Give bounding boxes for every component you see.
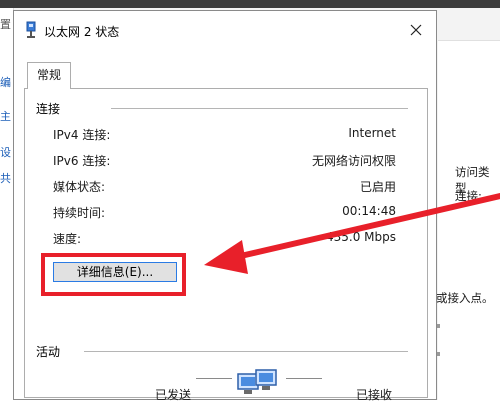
annotation-highlight-box <box>41 253 186 296</box>
received-label: 已接收 <box>356 388 393 402</box>
background-left-char[interactable]: 设 <box>0 144 11 160</box>
ipv6-label: IPv6 连接: <box>53 154 111 168</box>
screen-top-bar <box>0 0 500 8</box>
background-left-char: 置 <box>0 18 11 31</box>
ipv6-value: 无网络访问权限 <box>311 154 396 168</box>
duration-label: 持续时间: <box>53 206 106 220</box>
background-hint-text: 或接入点。 <box>436 291 494 305</box>
background-right-toolbar <box>438 8 500 41</box>
section-activity-divider <box>84 351 408 352</box>
media-state-value: 已启用 <box>359 180 396 194</box>
media-state-label: 媒体状态: <box>53 180 106 194</box>
background-left-char[interactable]: 主 <box>0 108 11 124</box>
background-right-pane <box>438 8 500 400</box>
tab-area: 常规 <box>24 61 428 398</box>
window-title: 以太网 2 状态 <box>44 25 120 39</box>
background-left-char[interactable]: 编 <box>0 74 11 90</box>
ipv4-value: Internet <box>348 126 396 140</box>
duration-value: 00:14:48 <box>342 204 396 218</box>
background-left-char[interactable]: 共 <box>0 170 11 186</box>
network-adapter-icon <box>23 21 39 39</box>
section-connection-divider <box>111 108 408 109</box>
sent-connector-line <box>196 378 232 379</box>
network-computers-icon <box>236 368 280 403</box>
speed-label: 速度: <box>53 232 82 246</box>
speed-value: 435.0 Mbps <box>325 230 396 244</box>
close-icon <box>410 24 422 36</box>
title-bar[interactable]: 以太网 2 状态 <box>14 11 436 49</box>
close-button[interactable] <box>402 17 430 43</box>
background-connection-label: 连接: <box>455 189 482 203</box>
sent-label: 已发送 <box>155 388 192 402</box>
ipv4-label: IPv4 连接: <box>53 128 111 142</box>
background-left-strip <box>0 8 14 400</box>
received-connector-line <box>286 378 322 379</box>
section-activity-label: 活动 <box>36 345 61 359</box>
section-connection-label: 连接 <box>36 102 61 116</box>
tab-general[interactable]: 常规 <box>27 62 71 89</box>
